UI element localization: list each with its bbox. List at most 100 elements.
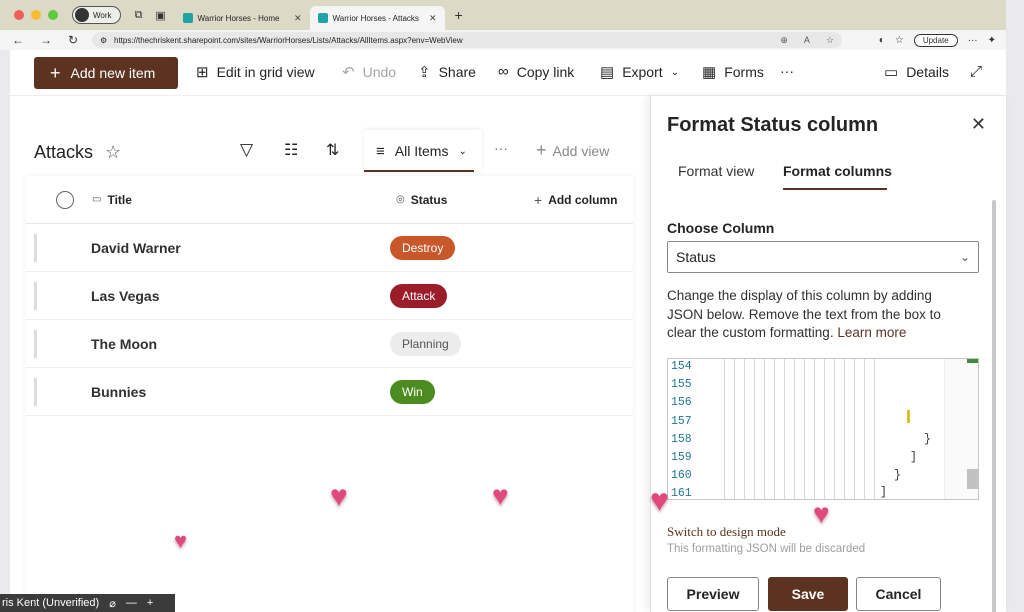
- view-selector-tab[interactable]: ≡ All Items ⌄: [364, 130, 482, 172]
- indent-guide: [814, 359, 815, 499]
- choice-field-icon: ◎: [396, 194, 405, 205]
- close-tab-icon[interactable]: ✕: [294, 13, 302, 24]
- tab-format-columns[interactable]: Format columns: [783, 163, 892, 179]
- select-all-checkbox[interactable]: [56, 190, 74, 209]
- forward-icon[interactable]: →: [40, 33, 68, 47]
- column-header-row: ▭ Title ◎ Status + Add column: [26, 176, 633, 224]
- editor-minimap[interactable]: [944, 359, 978, 499]
- tab-warrior-horses-attacks[interactable]: Warrior Horses - Attacks ✕: [309, 6, 445, 30]
- participant-name: ris Kent (Unverified): [2, 597, 100, 609]
- minimize-icon[interactable]: —: [126, 597, 137, 609]
- switch-to-design-mode-link[interactable]: Switch to design mode: [667, 524, 786, 540]
- status-badge: Destroy: [390, 235, 456, 260]
- save-button[interactable]: Save: [768, 577, 848, 611]
- status-badge: Attack: [390, 283, 448, 308]
- update-button[interactable]: Update: [913, 33, 958, 47]
- row-title[interactable]: Las Vegas: [91, 288, 160, 304]
- column-header-status[interactable]: ◎ Status: [396, 193, 447, 207]
- tab-underline: [364, 170, 474, 172]
- close-tab-icon[interactable]: ✕: [429, 13, 437, 24]
- indent-guide: [794, 359, 795, 499]
- add-new-item-button[interactable]: + Add new item: [34, 57, 178, 89]
- column-header-title[interactable]: ▭ Title: [92, 193, 132, 207]
- undo-button[interactable]: ↶ Undo: [342, 63, 396, 81]
- more-commands-button[interactable]: ···: [780, 63, 794, 79]
- table-row[interactable]: Las Vegas Attack: [26, 272, 633, 320]
- json-editor[interactable]: 154 155 156 157 158 159 160 161}]}] …: [667, 358, 979, 500]
- expand-icon[interactable]: ⤢: [970, 63, 982, 80]
- edit-grid-view-button[interactable]: ⊞ Edit in grid view: [196, 63, 315, 81]
- command-bar: + Add new item ⊞ Edit in grid view ↶ Und…: [10, 50, 1006, 96]
- indent-guide: [744, 359, 745, 499]
- grid-icon: ⊞: [196, 64, 209, 81]
- workspaces-icon[interactable]: ⧉: [131, 9, 147, 22]
- preview-button[interactable]: Preview: [667, 577, 759, 611]
- indent-guide: [874, 359, 875, 499]
- add-view-button[interactable]: + Add view: [536, 140, 609, 161]
- copilot-icon[interactable]: ✦: [988, 35, 996, 46]
- forms-label: Forms: [724, 64, 764, 80]
- profile-button[interactable]: Work: [72, 6, 121, 24]
- share-button[interactable]: ⇪ Share: [418, 63, 476, 81]
- more-browser-icon[interactable]: ···: [968, 35, 978, 46]
- table-row[interactable]: David Warner Destroy: [26, 224, 633, 272]
- forms-icon: ▦: [702, 64, 717, 81]
- back-icon[interactable]: ←: [12, 33, 40, 47]
- export-label: Export: [622, 64, 663, 80]
- view-more-button[interactable]: ···: [494, 140, 508, 156]
- row-title[interactable]: Bunnies: [91, 384, 146, 400]
- indent-guide: [784, 359, 785, 499]
- copy-link-button[interactable]: ∞ Copy link: [498, 63, 574, 80]
- details-label: Details: [906, 64, 949, 80]
- choose-column-label: Choose Column: [667, 220, 775, 236]
- maximize-window-button[interactable]: [48, 10, 58, 20]
- url-field[interactable]: ⚙ https://thechriskent.sharepoint.com/si…: [92, 32, 842, 48]
- export-button[interactable]: ▤ Export ⌄: [600, 63, 679, 81]
- indent-guide: [804, 359, 805, 499]
- details-button[interactable]: ▭ Details: [884, 63, 949, 81]
- extension-icon[interactable]: ◐: [879, 35, 885, 46]
- zoom-icon[interactable]: ⊕: [780, 35, 788, 46]
- line-number: 155: [671, 378, 692, 392]
- site-info-icon[interactable]: ⚙: [100, 36, 107, 45]
- table-row[interactable]: Bunnies Win: [26, 368, 633, 416]
- tab-actions-icon[interactable]: ▣: [153, 9, 169, 22]
- sort-icon[interactable]: ⇅: [326, 140, 339, 160]
- link-icon: ∞: [498, 63, 509, 80]
- group-by-icon[interactable]: ☷: [284, 140, 298, 160]
- add-icon[interactable]: +: [147, 597, 153, 609]
- cancel-button[interactable]: Cancel: [856, 577, 941, 611]
- minimap-scroll-thumb[interactable]: [967, 469, 978, 489]
- design-mode-note: This formatting JSON will be discarded: [667, 543, 866, 555]
- favorite-star-icon[interactable]: ☆: [105, 142, 121, 163]
- tab-format-view[interactable]: Format view: [678, 163, 754, 179]
- row-indicator: [34, 378, 37, 406]
- favorites-icon[interactable]: ☆: [895, 35, 904, 46]
- line-numbers: 154 155 156 157 158 159 160 161: [668, 359, 708, 499]
- tab-warrior-horses-home[interactable]: Warrior Horses - Home ✕: [175, 6, 310, 30]
- line-number: 156: [671, 396, 692, 410]
- new-tab-button[interactable]: +: [455, 7, 463, 23]
- filter-icon[interactable]: ▽: [240, 140, 253, 160]
- text-field-icon: ▭: [92, 194, 102, 205]
- undo-icon: ↶: [342, 64, 355, 81]
- panel-scrollbar[interactable]: [992, 200, 996, 612]
- row-title[interactable]: The Moon: [91, 336, 157, 352]
- row-title[interactable]: David Warner: [91, 240, 181, 256]
- close-icon[interactable]: ✕: [971, 114, 986, 135]
- table-row[interactable]: The Moon Planning: [26, 320, 633, 368]
- choose-column-dropdown[interactable]: Status ⌄: [667, 241, 979, 273]
- forms-button[interactable]: ▦ Forms: [702, 63, 764, 81]
- close-window-button[interactable]: [14, 10, 24, 20]
- mic-muted-icon[interactable]: ⌀: [109, 597, 116, 610]
- indent-guide: [724, 359, 725, 499]
- list-title-row: Attacks ☆: [34, 142, 121, 163]
- excel-icon: ▤: [600, 64, 615, 81]
- read-aloud-icon[interactable]: A: [804, 35, 810, 46]
- learn-more-link[interactable]: Learn more: [837, 325, 906, 340]
- favorite-icon[interactable]: ☆: [826, 35, 834, 46]
- indent-guide: [824, 359, 825, 499]
- minimize-window-button[interactable]: [31, 10, 41, 20]
- indent-guide: [754, 359, 755, 499]
- add-column-button[interactable]: + Add column: [534, 192, 618, 208]
